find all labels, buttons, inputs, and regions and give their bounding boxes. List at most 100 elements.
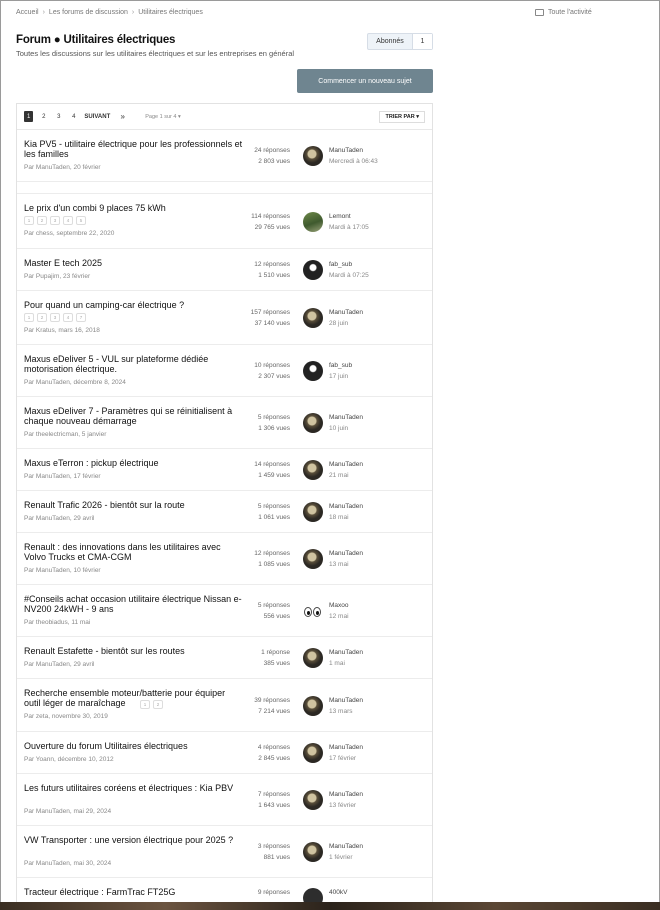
topic-title[interactable]: Recherche ensemble moteur/batterie pour … (24, 688, 244, 708)
last-poster-name[interactable]: ManuTaden (329, 841, 363, 852)
last-poster-name[interactable]: ManuTaden (329, 459, 363, 470)
last-post-date[interactable]: Mardi à 17:05 (329, 222, 369, 233)
last-poster-name[interactable]: Lemont (329, 211, 369, 222)
all-activity-link[interactable]: Toute l'activité (535, 9, 592, 16)
topic-page-link[interactable]: 5 (76, 216, 86, 225)
breadcrumb-current[interactable]: Utilitaires électriques (138, 9, 203, 16)
last-page-button[interactable]: » (118, 111, 127, 122)
last-poster-name[interactable]: ManuTaden (329, 145, 378, 156)
topic-title[interactable]: Maxus eDeliver 5 - VUL sur plateforme dé… (24, 354, 244, 374)
last-post-date[interactable]: 17 juin (329, 371, 352, 382)
topic-row[interactable]: Pour quand un camping-car électrique ? 1 2… (17, 291, 432, 345)
topic-page-link[interactable]: 7 (76, 313, 86, 322)
topic-row[interactable]: Maxus eTerron : pickup électrique Par Man… (17, 449, 432, 491)
topic-page-link[interactable]: 1 (24, 313, 34, 322)
last-post-date[interactable]: 28 juin (329, 318, 363, 329)
topic-page-link[interactable]: 4 (63, 216, 73, 225)
topic-page-link[interactable]: 3 (50, 313, 60, 322)
last-poster-name[interactable]: ManuTaden (329, 412, 363, 423)
last-poster-name[interactable]: ManuTaden (329, 742, 363, 753)
topic-title[interactable]: Pour quand un camping-car électrique ? (24, 300, 244, 310)
topic-page-link[interactable]: 2 (153, 700, 163, 709)
topic-title[interactable]: Kia PV5 - utilitaire électrique pour les… (24, 139, 244, 159)
page-1-button[interactable]: 1 (24, 111, 34, 122)
topic-row[interactable]: Kia PV5 - utilitaire électrique pour les… (17, 130, 432, 182)
topic-page-link[interactable]: 4 (63, 313, 73, 322)
topic-row[interactable]: Renault Trafic 2026 - bientôt sur la rou… (17, 491, 432, 533)
topic-row[interactable]: VW Transporter : une version électrique … (17, 826, 432, 878)
topic-page-link[interactable]: 1 (140, 700, 150, 709)
topic-row[interactable]: #Conseils achat occasion utilitaire élec… (17, 585, 432, 637)
topic-row[interactable]: Ouverture du forum Utilitaires électriqu… (17, 732, 432, 774)
last-poster-avatar[interactable] (303, 790, 323, 810)
topic-title[interactable]: Maxus eTerron : pickup électrique (24, 458, 244, 468)
topic-row[interactable]: Le prix d'un combi 9 places 75 kWh 1 2 3 4 5 P… (17, 194, 432, 249)
last-poster-name[interactable]: Maxoo (329, 600, 349, 611)
topic-title[interactable]: #Conseils achat occasion utilitaire élec… (24, 594, 244, 614)
topic-title[interactable]: Le prix d'un combi 9 places 75 kWh (24, 203, 244, 213)
page-jump-dropdown[interactable]: Page 1 sur 4 ▾ (145, 114, 180, 120)
last-post-date[interactable]: 17 février (329, 753, 363, 764)
topic-page-link[interactable]: 2 (37, 216, 47, 225)
last-post-date[interactable]: 12 mai (329, 611, 349, 622)
last-post-date[interactable]: 21 mai (329, 470, 363, 481)
last-post-date[interactable]: Mardi à 07:25 (329, 270, 369, 281)
last-post-date[interactable]: 10 juin (329, 423, 363, 434)
last-poster-name[interactable]: ManuTaden (329, 789, 363, 800)
last-poster-avatar[interactable] (303, 743, 323, 763)
last-poster-name[interactable]: ManuTaden (329, 695, 363, 706)
last-post-date[interactable]: 13 février (329, 800, 363, 811)
topic-title[interactable]: Ouverture du forum Utilitaires électriqu… (24, 741, 244, 751)
last-poster-avatar[interactable] (303, 212, 323, 232)
breadcrumb-home[interactable]: Accueil (16, 9, 39, 16)
last-poster-avatar[interactable] (303, 502, 323, 522)
page-2-button[interactable]: 2 (39, 111, 48, 122)
last-poster-avatar[interactable] (303, 696, 323, 716)
last-poster-name[interactable]: ManuTaden (329, 548, 363, 559)
last-post-date[interactable]: 1 mai (329, 658, 363, 669)
topic-title[interactable]: Les futurs utilitaires coréens et électr… (24, 783, 244, 793)
topic-row[interactable]: Maxus eDeliver 7 - Paramètres qui se réi… (17, 397, 432, 449)
topic-row[interactable]: Recherche ensemble moteur/batterie pour … (17, 679, 432, 732)
topic-row[interactable]: Maxus eDeliver 5 - VUL sur plateforme dé… (17, 345, 432, 397)
topic-row[interactable]: Renault Estafette - bientôt sur les rout… (17, 637, 432, 679)
topic-row[interactable]: Renault : des innovations dans les utili… (17, 533, 432, 585)
last-poster-avatar[interactable] (303, 260, 323, 280)
last-post-date[interactable]: 18 mai (329, 512, 363, 523)
last-poster-name[interactable]: fab_sub (329, 360, 352, 371)
topic-title[interactable]: Renault Trafic 2026 - bientôt sur la rou… (24, 500, 244, 510)
next-page-button[interactable]: SUIVANT (84, 111, 110, 122)
last-poster-avatar[interactable] (303, 146, 323, 166)
topic-title[interactable]: Renault Estafette - bientôt sur les rout… (24, 646, 244, 656)
last-post-date[interactable]: 13 mai (329, 559, 363, 570)
page-3-button[interactable]: 3 (54, 111, 63, 122)
last-poster-name[interactable]: ManuTaden (329, 307, 363, 318)
breadcrumb-forums[interactable]: Les forums de discussion (49, 9, 128, 16)
last-poster-avatar[interactable] (303, 361, 323, 381)
last-poster-avatar[interactable] (303, 601, 323, 621)
new-topic-button[interactable]: Commencer un nouveau sujet (297, 69, 433, 93)
last-post-date[interactable]: Mercredi à 06:43 (329, 156, 378, 167)
last-poster-avatar[interactable] (303, 308, 323, 328)
last-poster-name[interactable]: ManuTaden (329, 501, 363, 512)
last-poster-name[interactable]: 400kV (329, 887, 347, 898)
topic-row[interactable]: Les futurs utilitaires coréens et électr… (17, 774, 432, 826)
follow-button[interactable]: Abonnés 1 (367, 33, 433, 50)
sort-dropdown[interactable]: TRIER PAR ▾ (379, 110, 425, 123)
last-poster-name[interactable]: ManuTaden (329, 647, 363, 658)
topic-page-link[interactable]: 3 (50, 216, 60, 225)
last-poster-avatar[interactable] (303, 842, 323, 862)
topic-title[interactable]: Tracteur électrique : FarmTrac FT25G (24, 887, 244, 897)
topic-title[interactable]: Master E tech 2025 (24, 258, 244, 268)
topic-title[interactable]: Maxus eDeliver 7 - Paramètres qui se réi… (24, 406, 244, 426)
last-post-date[interactable]: 1 février (329, 852, 363, 863)
topic-title[interactable]: VW Transporter : une version électrique … (24, 835, 244, 845)
last-poster-avatar[interactable] (303, 549, 323, 569)
last-post-date[interactable]: 13 mars (329, 706, 363, 717)
last-poster-avatar[interactable] (303, 648, 323, 668)
topic-page-link[interactable]: 1 (24, 216, 34, 225)
topic-page-link[interactable]: 2 (37, 313, 47, 322)
topic-row[interactable]: Master E tech 2025 Par Pupajim, 23 févrie… (17, 249, 432, 291)
last-poster-avatar[interactable] (303, 413, 323, 433)
last-poster-avatar[interactable] (303, 460, 323, 480)
